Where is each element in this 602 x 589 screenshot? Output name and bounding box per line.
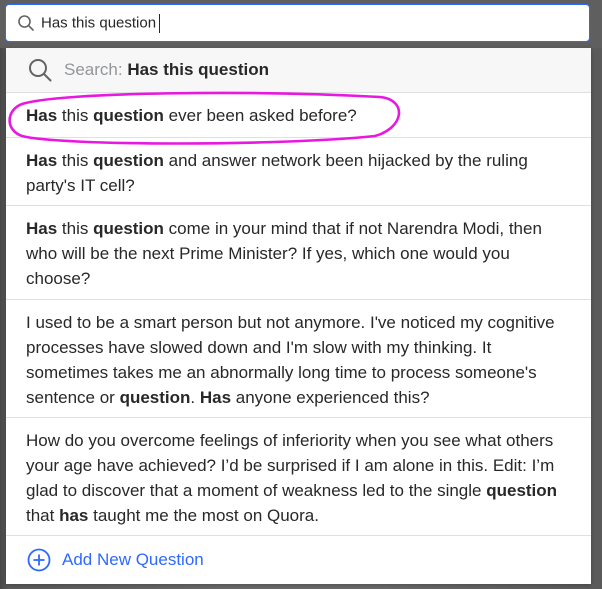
suggestion-text-bold: Has (26, 219, 58, 238)
suggestion-text: . (190, 388, 200, 407)
suggestion-text-bold: question (93, 151, 164, 170)
suggestion-text-bold: has (59, 506, 89, 525)
suggestion-text: How do you overcome feelings of inferior… (26, 431, 555, 500)
plus-circle-icon (27, 548, 51, 572)
suggestion-text: that (26, 506, 60, 525)
suggestion-item[interactable]: Has this question and answer network bee… (6, 138, 591, 206)
search-for-query-row[interactable]: Search: Has this question (6, 48, 591, 93)
suggestion-text-bold: question (119, 388, 191, 407)
suggestion-text: this (57, 106, 94, 125)
suggestion-text: this (57, 219, 94, 238)
suggestion-text-bold: question (486, 481, 558, 500)
suggestion-text: anyone experienced this? (231, 388, 430, 407)
suggestion-text-bold: Has (26, 151, 58, 170)
suggestion-text-bold: Has (199, 388, 232, 407)
suggestion-item[interactable]: Has this question come in your mind that… (6, 206, 591, 300)
suggestion-text: ever been asked before? (163, 106, 357, 125)
search-query-text: Has this question (41, 13, 161, 33)
suggestion-text-bold: Has (26, 106, 58, 125)
suggestion-text-bold: question (93, 219, 164, 238)
add-new-question-button[interactable]: Add New Question (6, 536, 591, 584)
suggestion-text: taught me the most on Quora. (88, 506, 319, 525)
add-new-question-label: Add New Question (62, 550, 204, 569)
suggestion-text-bold: question (93, 106, 164, 125)
suggestion-text: this (57, 151, 94, 170)
suggestion-item[interactable]: Has this question ever been asked before… (6, 93, 591, 138)
search-for-query-label: Search: Has this question (64, 60, 269, 79)
text-caret (159, 13, 161, 33)
suggestion-item[interactable]: How do you overcome feelings of inferior… (6, 418, 591, 536)
search-suggestions-dropdown: Search: Has this question Has this quest… (6, 48, 591, 584)
search-icon (28, 58, 52, 82)
suggestion-item[interactable]: I used to be a smart person but not anym… (6, 300, 591, 418)
search-input[interactable]: Has this question (5, 4, 590, 42)
search-icon (17, 14, 35, 32)
